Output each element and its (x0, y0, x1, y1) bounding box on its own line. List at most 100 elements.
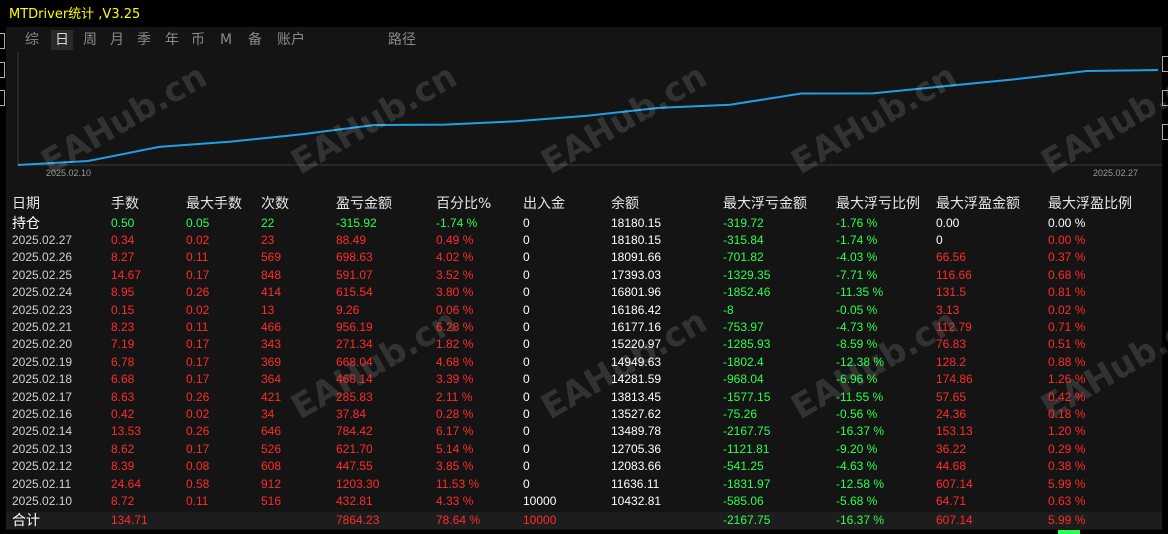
table-row[interactable]: 2025.02.10 8.72 0.11 516 432.81 4.33 % 10000 10… (6, 493, 1162, 510)
cell-io: 0 (523, 441, 530, 456)
cell-io: 0 (523, 389, 530, 404)
cell-count: 22 (261, 216, 275, 230)
cell-balance: 16186.42 (611, 302, 662, 317)
cell-pct: 5.14 % (436, 441, 474, 456)
cell-count: 516 (261, 494, 282, 508)
column-header: 最大浮亏金额 (723, 196, 807, 212)
cell-mfp-pct: 0.81 % (1048, 285, 1086, 300)
table-row[interactable]: 2025.02.11 24.64 0.58 912 1203.30 11.53 % 0 116… (6, 476, 1162, 493)
cell-pct: 6.17 % (436, 424, 474, 439)
cell-lots: 6.68 (111, 372, 135, 387)
cell-pnl: 9.26 (336, 302, 360, 317)
cell-mfl: -1121.81 (723, 441, 770, 456)
tab-10[interactable]: 路径 (383, 30, 421, 50)
cell-pct: 0.28 % (436, 407, 474, 421)
cell-count: 466 (261, 320, 282, 334)
table-row[interactable]: 2025.02.12 8.39 0.08 608 447.55 3.85 % 0 12083.… (6, 458, 1162, 475)
cell-pct: 3.85 % (436, 459, 474, 474)
cell-pct: 3.39 % (436, 372, 474, 387)
cell-pnl: 956.19 (336, 320, 373, 334)
cell-mfl-pct: -16.37 % (836, 424, 885, 439)
cell-pct: 78.64 % (436, 513, 481, 527)
tab-3[interactable]: 月 (106, 30, 128, 50)
cell-mfl-pct: -1.74 % (836, 233, 878, 247)
cell-mfl-pct: -5.68 % (836, 494, 878, 508)
table-row[interactable]: 2025.02.20 7.19 0.17 343 271.34 1.82 % 0 15220.… (6, 336, 1162, 353)
cell-lots: 14.67 (111, 267, 142, 282)
cell-pnl: 668.04 (336, 354, 373, 369)
table-row[interactable]: 2025.02.19 6.78 0.17 369 668.04 4.68 % 0 14949.… (6, 354, 1162, 371)
tab-8[interactable]: 备 (244, 30, 266, 50)
cell-count: 569 (261, 250, 282, 265)
column-header: 次数 (261, 196, 289, 212)
cell-pct: 4.68 % (436, 354, 474, 369)
cell-lots: 8.39 (111, 459, 135, 474)
tab-4[interactable]: 季 (133, 30, 155, 50)
cell-pct: 3.80 % (436, 285, 474, 300)
table-row[interactable]: 2025.02.13 8.62 0.17 526 621.70 5.14 % 0 12705.… (6, 441, 1162, 458)
cell-mfp-pct: 5.99 % (1048, 476, 1086, 491)
table-row[interactable]: 2025.02.24 8.95 0.26 414 615.54 3.80 % 0 16801.… (6, 284, 1162, 301)
cell-pct: 6.28 % (436, 320, 474, 334)
right-marker (1162, 90, 1168, 106)
cell-io: 0 (523, 302, 530, 317)
cell-io: 0 (523, 285, 530, 300)
cell-date: 2025.02.21 (12, 320, 73, 334)
cell-max-lots: 0.11 (186, 250, 209, 265)
cell-count: 13 (261, 302, 275, 317)
tab-6[interactable]: 币 (187, 30, 209, 50)
cell-io: 0 (523, 372, 530, 387)
left-gutter (0, 28, 5, 528)
tab-9[interactable]: 账户 (272, 30, 310, 50)
table-row[interactable]: 2025.02.26 8.27 0.11 569 698.63 4.02 % 0 18091.… (6, 249, 1162, 266)
total-row[interactable]: 合计 134.71 7864.23 78.64 % 10000 -2167.75 -16.3… (6, 512, 1162, 529)
table-row[interactable]: 2025.02.17 8.63 0.26 421 285.83 2.11 % 0 13813.… (6, 389, 1162, 406)
cell-balance: 17393.03 (611, 267, 662, 282)
cell-mfp-pct: 0.18 % (1048, 407, 1086, 421)
table-row[interactable]: 2025.02.14 13.53 0.26 646 784.42 6.17 % 0 13489… (6, 423, 1162, 440)
cell-mfp: 66.56 (936, 250, 967, 265)
table-row[interactable]: 2025.02.18 6.68 0.17 364 468.14 3.39 % 0 14281.… (6, 371, 1162, 388)
table-row[interactable]: 2025.02.16 0.42 0.02 34 37.84 0.28 % 0 13527.62… (6, 406, 1162, 423)
cell-date: 2025.02.10 (12, 494, 73, 508)
cell-mfp: 174.86 (936, 372, 973, 387)
cell-date: 2025.02.13 (12, 441, 73, 456)
cell-mfl: -1852.46 (723, 285, 771, 300)
tab-2[interactable]: 周 (79, 30, 101, 50)
cell-io: 0 (523, 320, 530, 334)
cell-date: 合计 (12, 512, 40, 528)
column-header: 手数 (111, 196, 139, 212)
column-header: 最大浮盈金额 (936, 196, 1020, 212)
cell-date: 2025.02.24 (12, 285, 73, 300)
cell-mfl: -75.26 (723, 407, 758, 421)
cell-balance: 13489.78 (611, 424, 662, 439)
cell-max-lots: 0.02 (186, 233, 210, 247)
cell-io: 0 (523, 267, 530, 282)
cell-pct: 3.52 % (436, 267, 474, 282)
cell-mfp-pct: 0.37 % (1048, 250, 1086, 265)
tab-7[interactable]: M (217, 30, 235, 50)
cell-pct: 11.53 % (436, 476, 480, 491)
holding-row[interactable]: 持仓 0.50 0.05 22 -315.92 -1.74 % 0 18180.15 -319.… (6, 215, 1162, 232)
cell-max-lots: 0.17 (186, 441, 210, 456)
cell-mfl-pct: -4.73 % (836, 320, 878, 334)
tab-0[interactable]: 综 (21, 30, 43, 50)
cell-mfp: 3.13 (936, 302, 960, 317)
table-row[interactable]: 2025.02.27 0.34 0.02 23 88.49 0.49 % 0 18180.15… (6, 232, 1162, 249)
tab-5[interactable]: 年 (161, 30, 183, 50)
cell-pnl: 37.84 (336, 407, 367, 421)
cell-mfl: -2167.75 (723, 513, 771, 527)
cell-mfl: -8 (723, 302, 734, 317)
cell-date: 2025.02.11 (12, 476, 72, 491)
cell-lots: 6.78 (111, 354, 135, 369)
cell-pnl: 271.34 (336, 337, 373, 352)
table-row[interactable]: 2025.02.21 8.23 0.11 466 956.19 6.28 % 0 16177.… (6, 319, 1162, 336)
cell-io: 0 (523, 250, 530, 265)
cell-mfl-pct: -11.35 % (836, 285, 884, 300)
gutter-marker (0, 62, 5, 78)
tab-1[interactable]: 日 (51, 30, 73, 50)
table-row[interactable]: 2025.02.25 14.67 0.17 848 591.07 3.52 % 0 17393… (6, 267, 1162, 284)
table-row[interactable]: 2025.02.23 0.15 0.02 13 9.26 0.06 % 0 16186.42 -… (6, 302, 1162, 319)
cell-io: 10000 (523, 513, 557, 527)
cell-mfl: -2167.75 (723, 424, 771, 439)
